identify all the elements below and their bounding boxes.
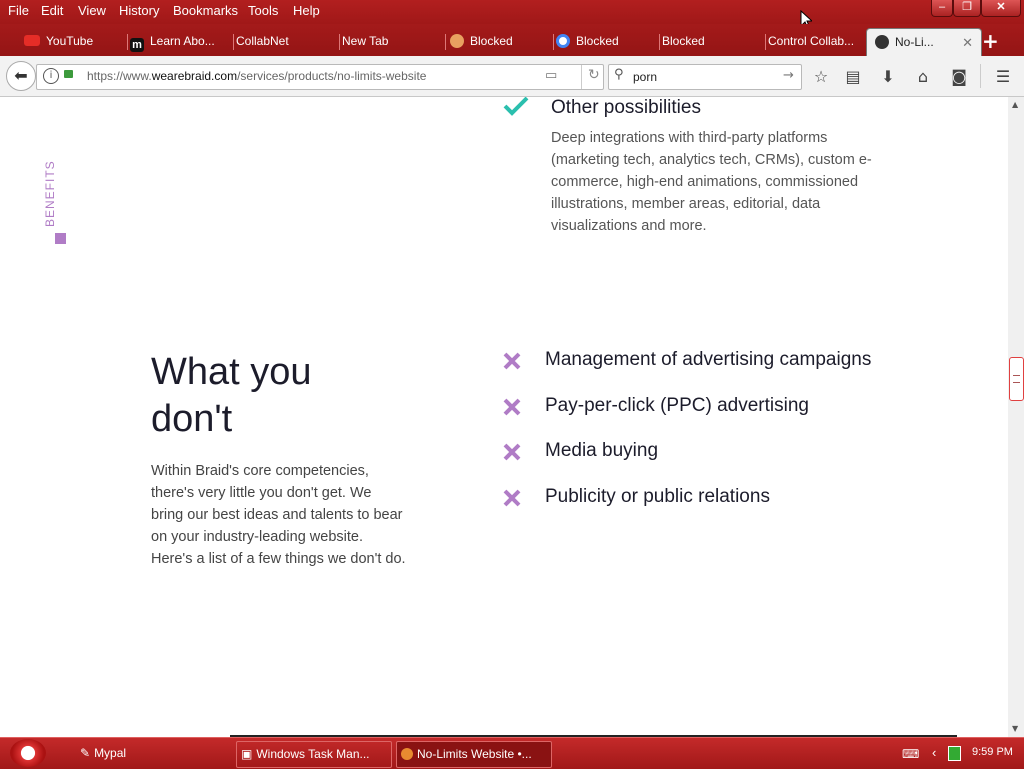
tab-youtube[interactable]: YouTube	[18, 28, 128, 56]
taskbar-item-mypal[interactable]: ✎ Mypal	[76, 741, 230, 766]
url-bar[interactable]: i https://www.wearebraid.com/services/pr…	[36, 64, 604, 90]
menu-history[interactable]: History	[119, 3, 159, 18]
bookmark-star-icon[interactable]: ☆	[810, 66, 832, 88]
list-item: Publicity or public relations	[503, 486, 1003, 516]
taskbar: ✎ Mypal ▣ Windows Task Man... No-Limits We…	[0, 737, 1024, 769]
download-arrow-icon[interactable]: ⬇	[877, 66, 899, 88]
scroll-down-arrow-icon[interactable]: ▼	[1012, 724, 1018, 733]
list-item: Pay-per-click (PPC) advertising	[503, 395, 1003, 425]
vertical-scrollbar[interactable]: ▲ ▼	[1008, 97, 1024, 737]
menu-help[interactable]: Help	[293, 3, 320, 18]
search-icon: ⚲	[614, 67, 624, 82]
tab-bar: YouTube m Learn Abo... CollabNet New Tab …	[0, 24, 1024, 57]
menu-view[interactable]: View	[78, 3, 106, 18]
scroll-up-arrow-icon[interactable]: ▲	[1012, 100, 1018, 109]
list-item: Management of advertising campaigns	[503, 349, 1003, 379]
search-field[interactable]: ⚲ porn →	[608, 64, 802, 90]
tray-expand-icon[interactable]: ‹	[932, 745, 936, 760]
close-tab-icon[interactable]: ✕	[962, 29, 973, 56]
menu-bookmarks[interactable]: Bookmarks	[173, 3, 238, 18]
start-button-icon[interactable]	[10, 739, 46, 767]
lock-icon	[64, 70, 73, 78]
keyboard-tray-icon[interactable]: ⌨	[902, 747, 919, 761]
bookmarks-list-icon[interactable]: ▤	[842, 66, 864, 88]
benefits-side-label: BENEFITS	[43, 160, 57, 227]
minimize-button[interactable]: –	[931, 0, 953, 17]
home-icon[interactable]: ⌂	[912, 66, 934, 88]
tab-control-collab[interactable]: Control Collab...	[760, 28, 872, 56]
mypal-icon: ✎	[80, 746, 91, 760]
checkmark-icon	[503, 97, 529, 116]
close-window-button[interactable]: ✕	[981, 0, 1021, 17]
nav-bar: ⬅ i https://www.wearebraid.com/services/…	[0, 56, 1024, 97]
x-mark-icon	[503, 443, 521, 461]
menu-edit[interactable]: Edit	[41, 3, 63, 18]
info-icon[interactable]: i	[43, 68, 59, 84]
braid-logo-icon	[875, 35, 889, 49]
url-text: https://www.wearebraid.com/services/prod…	[87, 69, 427, 83]
google-icon	[556, 34, 570, 48]
menu-tools[interactable]: Tools	[248, 3, 278, 18]
restore-button[interactable]: ❐	[953, 0, 981, 17]
taskbar-item-no-limits[interactable]: No-Limits Website •...	[396, 741, 552, 768]
tab-blocked-2[interactable]: Blocked	[548, 28, 660, 56]
tab-no-limits-active[interactable]: No-Li... ✕	[866, 28, 982, 57]
x-mark-icon	[503, 398, 521, 416]
hamburger-menu-icon[interactable]: ☰	[992, 66, 1014, 88]
search-input-value: porn	[633, 70, 658, 84]
other-possibilities-body: Deep integrations with third-party platf…	[551, 130, 872, 234]
tab-blocked-1[interactable]: Blocked	[442, 28, 554, 56]
menu-file[interactable]: File	[8, 3, 29, 18]
new-tab-plus-icon[interactable]: +	[982, 30, 999, 52]
scrollbar-thumb[interactable]	[1009, 357, 1024, 401]
network-tray-icon[interactable]	[948, 746, 961, 761]
what-you-dont-intro: Within Braid's core competencies, there'…	[151, 463, 406, 567]
what-you-dont-heading: What you don't	[151, 351, 312, 440]
task-manager-icon: ▣	[241, 747, 253, 761]
shield-icon	[450, 34, 464, 48]
benefits-square-marker	[55, 233, 66, 244]
tab-learn-about[interactable]: m Learn Abo...	[124, 28, 234, 56]
list-item: Media buying	[503, 440, 1003, 470]
page-content: BENEFITS Other possibilities Deep integr…	[0, 97, 1008, 737]
other-possibilities-title: Other possibilities	[551, 97, 701, 118]
taskbar-item-task-manager[interactable]: ▣ Windows Task Man...	[236, 741, 392, 768]
reload-icon[interactable]: ↻	[588, 67, 600, 83]
x-mark-icon	[503, 352, 521, 370]
pocket-icon[interactable]: ◙	[948, 66, 970, 88]
reader-view-icon[interactable]: ▭	[545, 68, 557, 83]
menu-bar: File Edit View History Bookmarks Tools H…	[0, 0, 1024, 30]
m-logo-icon: m	[130, 38, 144, 52]
tab-collabnet[interactable]: CollabNet	[230, 28, 340, 56]
firefox-icon	[401, 748, 413, 760]
x-mark-icon	[503, 489, 521, 507]
youtube-icon	[24, 35, 40, 46]
clock[interactable]: 9:59 PM	[972, 746, 1013, 758]
tab-blocked-3[interactable]: Blocked	[654, 28, 766, 56]
back-arrow-icon[interactable]: ⬅	[6, 61, 36, 91]
search-go-arrow-icon[interactable]: →	[783, 68, 794, 83]
tab-new-tab[interactable]: New Tab	[336, 28, 446, 56]
